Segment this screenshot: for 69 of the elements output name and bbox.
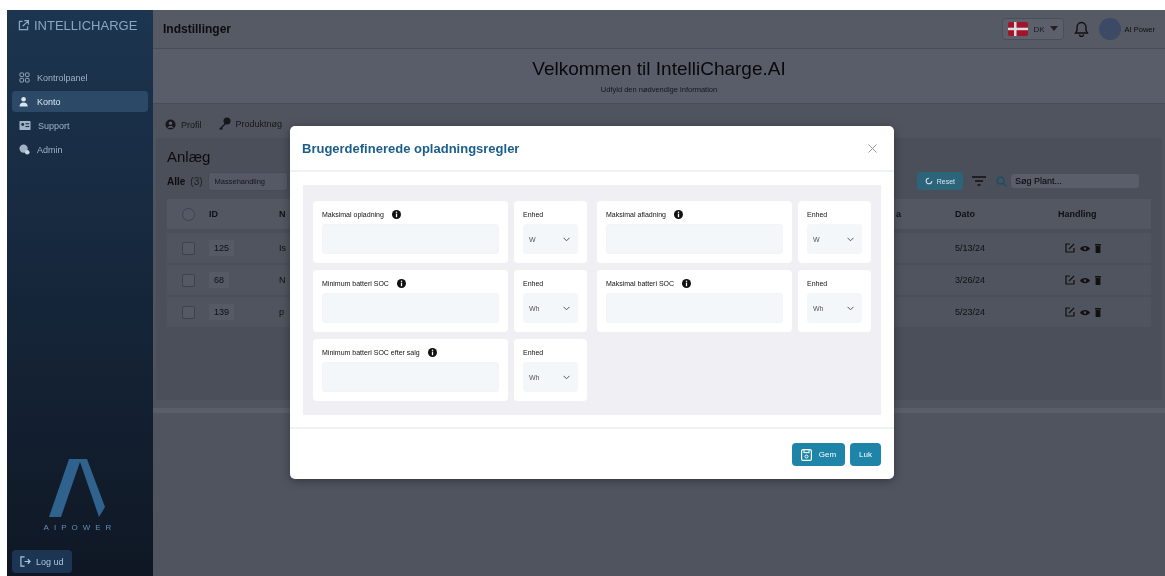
grid-icon — [19, 72, 30, 83]
key-icon — [217, 117, 231, 130]
table-cell: N — [279, 275, 286, 285]
trash-icon[interactable] — [1095, 275, 1101, 285]
eye-icon[interactable] — [1080, 276, 1090, 284]
chevron-icon — [847, 305, 854, 311]
search-field[interactable]: Søg Plant... — [1011, 174, 1139, 188]
chevron-icon — [563, 374, 570, 380]
trash-icon[interactable] — [1095, 243, 1101, 253]
table-cell: 125 — [209, 240, 235, 256]
select-all-checkbox[interactable] — [181, 207, 195, 221]
filter-icon[interactable] — [972, 176, 986, 186]
info-icon[interactable] — [396, 278, 406, 288]
info-icon[interactable] — [673, 209, 683, 219]
info-icon[interactable] — [427, 347, 437, 357]
logo-icon — [49, 459, 105, 517]
avatar[interactable] — [1098, 18, 1121, 40]
sidebar-item[interactable]: Konto — [12, 91, 148, 112]
external-link-icon — [17, 19, 30, 32]
logo-text: AIPOWER — [43, 523, 117, 532]
sidebar-item[interactable]: Support — [12, 115, 148, 136]
chevron-icon — [847, 236, 854, 242]
trash-icon[interactable] — [1095, 307, 1101, 317]
column-header: ID — [209, 209, 218, 219]
save-icon — [800, 448, 812, 461]
row-checkbox[interactable] — [181, 273, 195, 287]
id-card-icon — [19, 120, 31, 131]
section-title: Anlæg — [167, 148, 211, 165]
welcome-title: Velkommen til IntelliCharge.AI — [532, 58, 786, 80]
row-checkbox[interactable] — [181, 305, 195, 319]
table-cell: 5/23/24 — [955, 307, 986, 317]
info-icon[interactable] — [391, 209, 401, 219]
logout-button[interactable]: Log ud — [12, 550, 72, 573]
sidebar-item[interactable]: Kontrolpanel — [12, 67, 148, 88]
refresh-icon — [924, 177, 933, 185]
close-icon[interactable] — [868, 144, 877, 153]
close-button[interactable]: Luk — [850, 443, 881, 466]
page-title: Indstillinger — [163, 22, 231, 36]
user-icon — [19, 96, 30, 107]
table-cell: 139 — [209, 304, 235, 320]
table-cell: 68 — [209, 272, 229, 288]
table-cell: 5/13/24 — [955, 243, 986, 253]
column-header: Handling — [1058, 209, 1097, 219]
user-circle-icon — [165, 119, 176, 130]
column-header: Dato — [955, 209, 975, 219]
eye-icon[interactable] — [1080, 244, 1090, 252]
chevron-icon — [563, 236, 570, 242]
chevron-icon — [563, 305, 570, 311]
row-checkbox[interactable] — [181, 241, 195, 255]
edit-icon[interactable] — [1065, 307, 1075, 317]
admin-icon — [19, 144, 30, 155]
sidebar-item[interactable]: Admin — [12, 139, 148, 160]
logout-icon — [20, 556, 31, 567]
column-header: N — [279, 209, 286, 219]
edit-icon[interactable] — [1065, 275, 1075, 285]
search-icon — [996, 175, 1007, 187]
dialog-title: Brugerdefinerede opladningsregler — [302, 141, 520, 156]
caret-icon — [1049, 26, 1058, 32]
info-icon[interactable] — [682, 278, 692, 288]
brand-title[interactable]: INTELLICHARGE — [34, 18, 138, 33]
column-header: a — [896, 209, 901, 219]
eye-icon[interactable] — [1080, 308, 1090, 316]
bell-icon[interactable] — [1073, 21, 1089, 37]
save-button[interactable]: Gem — [791, 443, 846, 466]
table-cell: Is — [279, 243, 286, 253]
table-cell: p — [279, 307, 284, 317]
table-cell: 3/26/24 — [955, 275, 986, 285]
edit-icon[interactable] — [1065, 243, 1075, 253]
flag-icon — [1008, 22, 1029, 36]
